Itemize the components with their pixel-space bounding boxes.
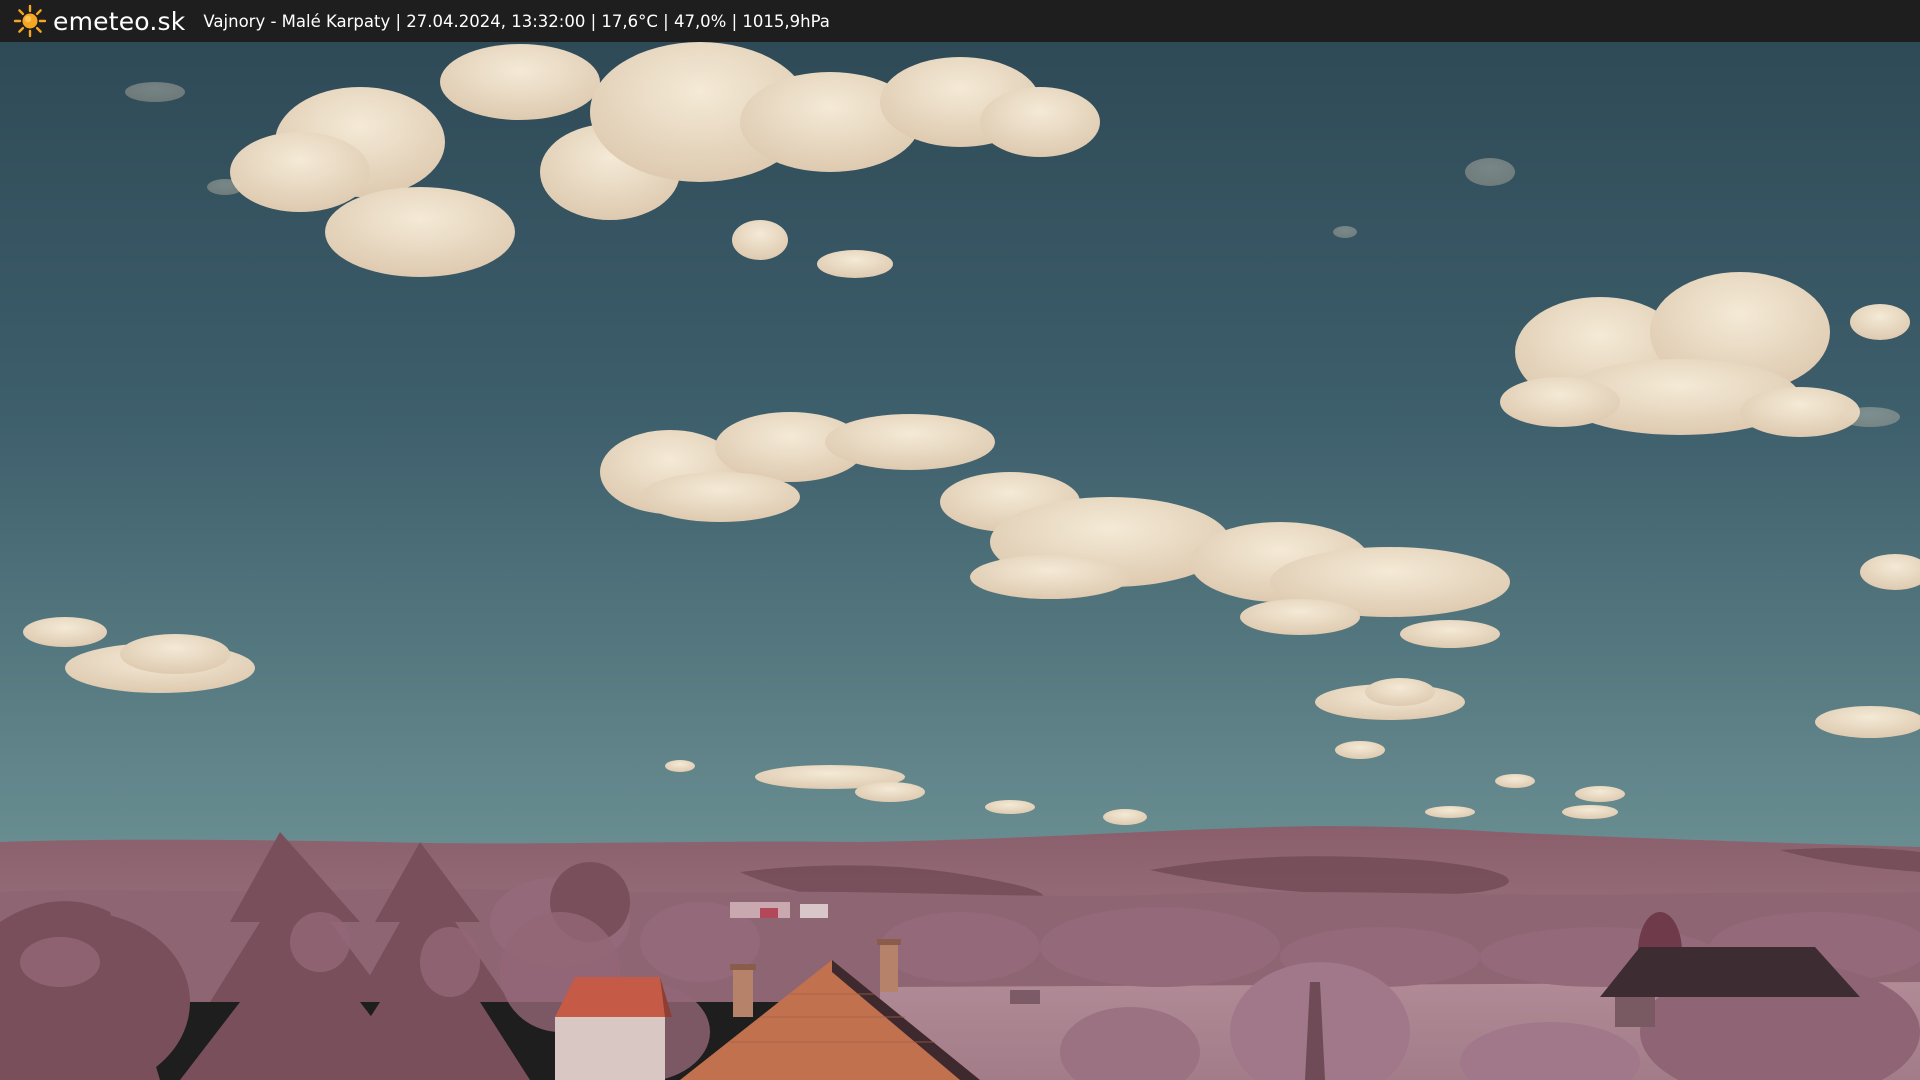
station-info-caption: Vajnory - Malé Karpaty | 27.04.2024, 13:… <box>203 11 830 31</box>
brand-logo-text[interactable]: emeteo.sk <box>53 7 185 36</box>
scene-graphic <box>0 42 1920 1080</box>
webcam-view: emeteo.sk Vajnory - Malé Karpaty | 27.04… <box>0 0 1920 1080</box>
webcam-image <box>0 42 1920 1080</box>
sun-icon <box>13 4 47 38</box>
header-bar: emeteo.sk Vajnory - Malé Karpaty | 27.04… <box>0 0 1920 42</box>
house-small <box>555 977 672 1080</box>
